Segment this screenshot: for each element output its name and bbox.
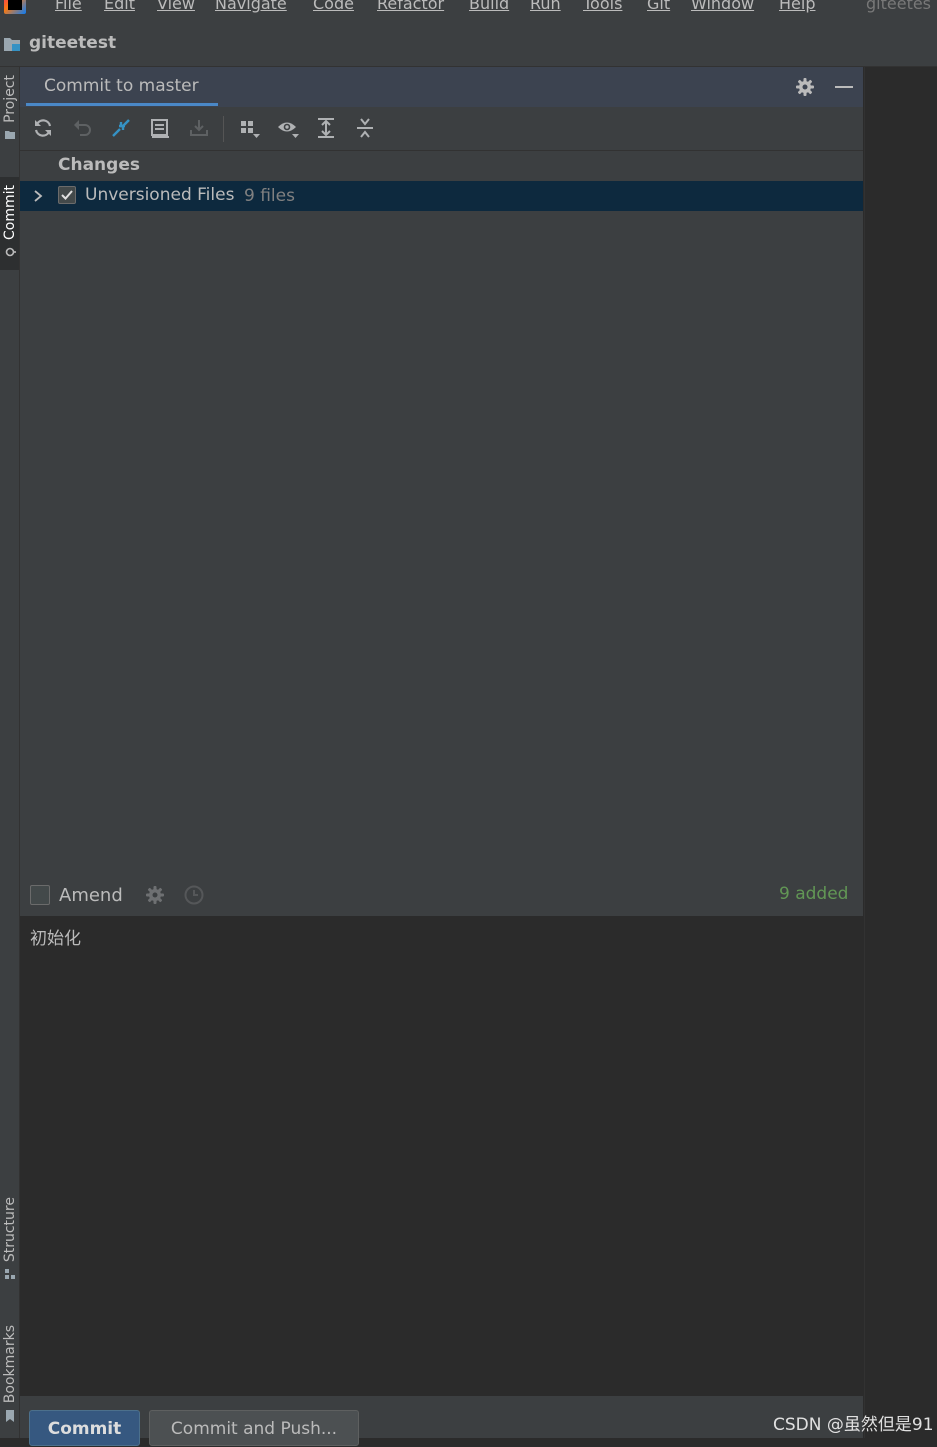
rollback-icon[interactable]: [72, 117, 94, 139]
menu-bar: File Edit View Navigate Code Refactor Bu…: [0, 0, 937, 22]
menu-help[interactable]: Help: [779, 0, 815, 13]
vtab-commit[interactable]: Commit: [0, 177, 19, 270]
added-count-badge: 9 added: [779, 884, 849, 904]
menu-run[interactable]: Run: [530, 0, 561, 13]
menu-file[interactable]: File: [55, 0, 82, 13]
commit-button-bar: [20, 1396, 863, 1438]
menu-tools[interactable]: Tools: [583, 0, 622, 13]
commit-button[interactable]: Commit: [29, 1410, 140, 1446]
commit-icon: [5, 247, 16, 257]
window-title: giteetes: [866, 0, 932, 13]
amend-checkbox[interactable]: [30, 885, 50, 905]
unversioned-files-count: 9 files: [244, 186, 295, 206]
menu-build[interactable]: Build: [469, 0, 509, 13]
vtab-commit-label: Commit: [1, 185, 18, 240]
group-by-icon[interactable]: [238, 117, 260, 139]
commit-toolbar: [20, 107, 863, 151]
view-options-icon[interactable]: [277, 117, 299, 139]
amend-label[interactable]: Amend: [59, 885, 123, 906]
editor-area: [864, 67, 937, 1438]
commit-message-history-icon[interactable]: [183, 884, 205, 906]
project-breadcrumb[interactable]: giteetest: [29, 33, 116, 53]
menu-refactor[interactable]: Refactor: [377, 0, 444, 13]
navigation-bar: [0, 22, 937, 67]
left-tool-stripe: Project Commit Structure Bookmarks: [0, 67, 20, 1438]
menu-edit[interactable]: Edit: [104, 0, 135, 13]
refresh-icon[interactable]: [32, 117, 54, 139]
show-diff-icon[interactable]: [110, 117, 132, 139]
changes-header[interactable]: Changes: [58, 155, 140, 175]
menu-window[interactable]: Window: [691, 0, 754, 13]
settings-gear-icon[interactable]: [795, 77, 815, 97]
project-folder-icon: [4, 38, 20, 51]
collapse-all-icon[interactable]: [354, 117, 376, 139]
unshelve-icon[interactable]: [188, 117, 210, 139]
vtab-structure[interactable]: Structure: [0, 1197, 19, 1280]
vtab-project-label: Project: [1, 75, 18, 123]
minimize-icon[interactable]: [835, 86, 853, 88]
structure-icon: [4, 1269, 15, 1280]
commit-options-gear-icon[interactable]: [145, 885, 165, 905]
commit-and-push-button[interactable]: Commit and Push...: [149, 1410, 359, 1446]
folder-icon: [4, 130, 15, 139]
vtab-bookmarks-label: Bookmarks: [1, 1325, 18, 1404]
expand-all-icon[interactable]: [315, 117, 337, 139]
bookmark-icon: [5, 1410, 14, 1423]
menu-code[interactable]: Code: [313, 0, 354, 13]
vtab-structure-label: Structure: [1, 1197, 18, 1263]
active-tab-indicator: [26, 103, 218, 106]
chevron-right-icon[interactable]: [32, 189, 44, 203]
shelf-icon[interactable]: [149, 117, 171, 139]
unversioned-files-checkbox[interactable]: [58, 186, 76, 204]
vtab-project[interactable]: Project: [0, 75, 19, 141]
commit-message-input[interactable]: 初始化: [20, 916, 863, 1396]
menu-navigate[interactable]: Navigate: [215, 0, 287, 13]
watermark: CSDN @虽然但是91: [773, 1415, 934, 1435]
tab-commit-label: Commit to master: [44, 76, 199, 96]
menu-git[interactable]: Git: [647, 0, 670, 13]
app-logo-icon: [4, 0, 26, 14]
toolbar-separator: [223, 116, 224, 142]
checkmark-icon: [61, 190, 73, 200]
vtab-bookmarks[interactable]: Bookmarks: [0, 1325, 19, 1423]
unversioned-files-label: Unversioned Files: [85, 185, 235, 205]
menu-view[interactable]: View: [157, 0, 195, 13]
